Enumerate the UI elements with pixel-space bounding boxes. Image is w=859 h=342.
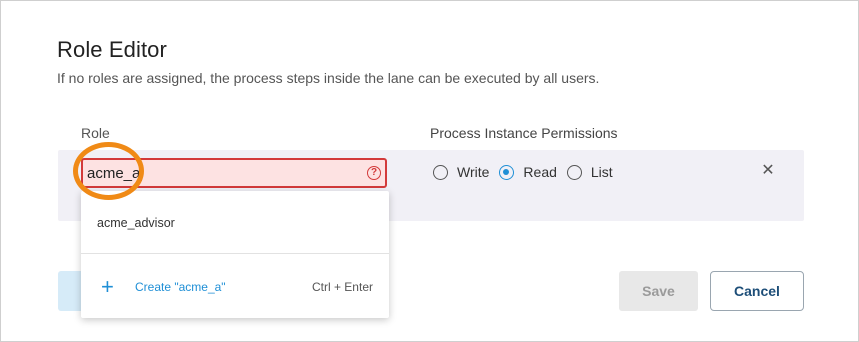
- radio-list[interactable]: [566, 164, 582, 180]
- role-input-text[interactable]: acme_a: [86, 163, 143, 185]
- cancel-button[interactable]: Cancel: [710, 271, 804, 311]
- error-icon: ?: [367, 166, 381, 180]
- role-input-value: acme_a: [87, 165, 141, 182]
- plus-icon: +: [101, 274, 114, 299]
- create-role-label: Create "acme_a": [135, 280, 226, 294]
- create-role-option[interactable]: + Create "acme_a": [101, 274, 226, 299]
- permission-list-option[interactable]: List: [566, 164, 613, 180]
- save-button[interactable]: Save: [619, 271, 698, 311]
- dropdown-divider: [81, 253, 389, 254]
- dialog-subtitle: If no roles are assigned, the process st…: [57, 70, 600, 86]
- role-column-header: Role: [81, 125, 110, 141]
- permission-radio-group: Write Read List: [433, 164, 623, 180]
- close-icon[interactable]: ✕: [761, 163, 775, 179]
- permission-write-option[interactable]: Write: [433, 164, 489, 180]
- text-caret: [141, 163, 143, 181]
- keyboard-shortcut: Ctrl + Enter: [311, 280, 373, 294]
- suggestion-item[interactable]: acme_advisor: [97, 216, 175, 230]
- permission-read-option[interactable]: Read: [499, 164, 557, 180]
- dialog-title: Role Editor: [57, 37, 167, 62]
- role-suggestions-dropdown: acme_advisor + Create "acme_a" Ctrl + En…: [81, 191, 389, 318]
- radio-list-label: List: [590, 164, 613, 180]
- role-editor-dialog: Role Editor If no roles are assigned, th…: [0, 0, 859, 342]
- role-input-field[interactable]: acme_a ?: [81, 158, 387, 188]
- radio-write[interactable]: [433, 164, 448, 180]
- permissions-column-header: Process Instance Permissions: [430, 125, 618, 141]
- radio-read[interactable]: [499, 164, 515, 180]
- radio-read-label: Read: [523, 164, 557, 180]
- radio-write-label: Write: [457, 164, 490, 180]
